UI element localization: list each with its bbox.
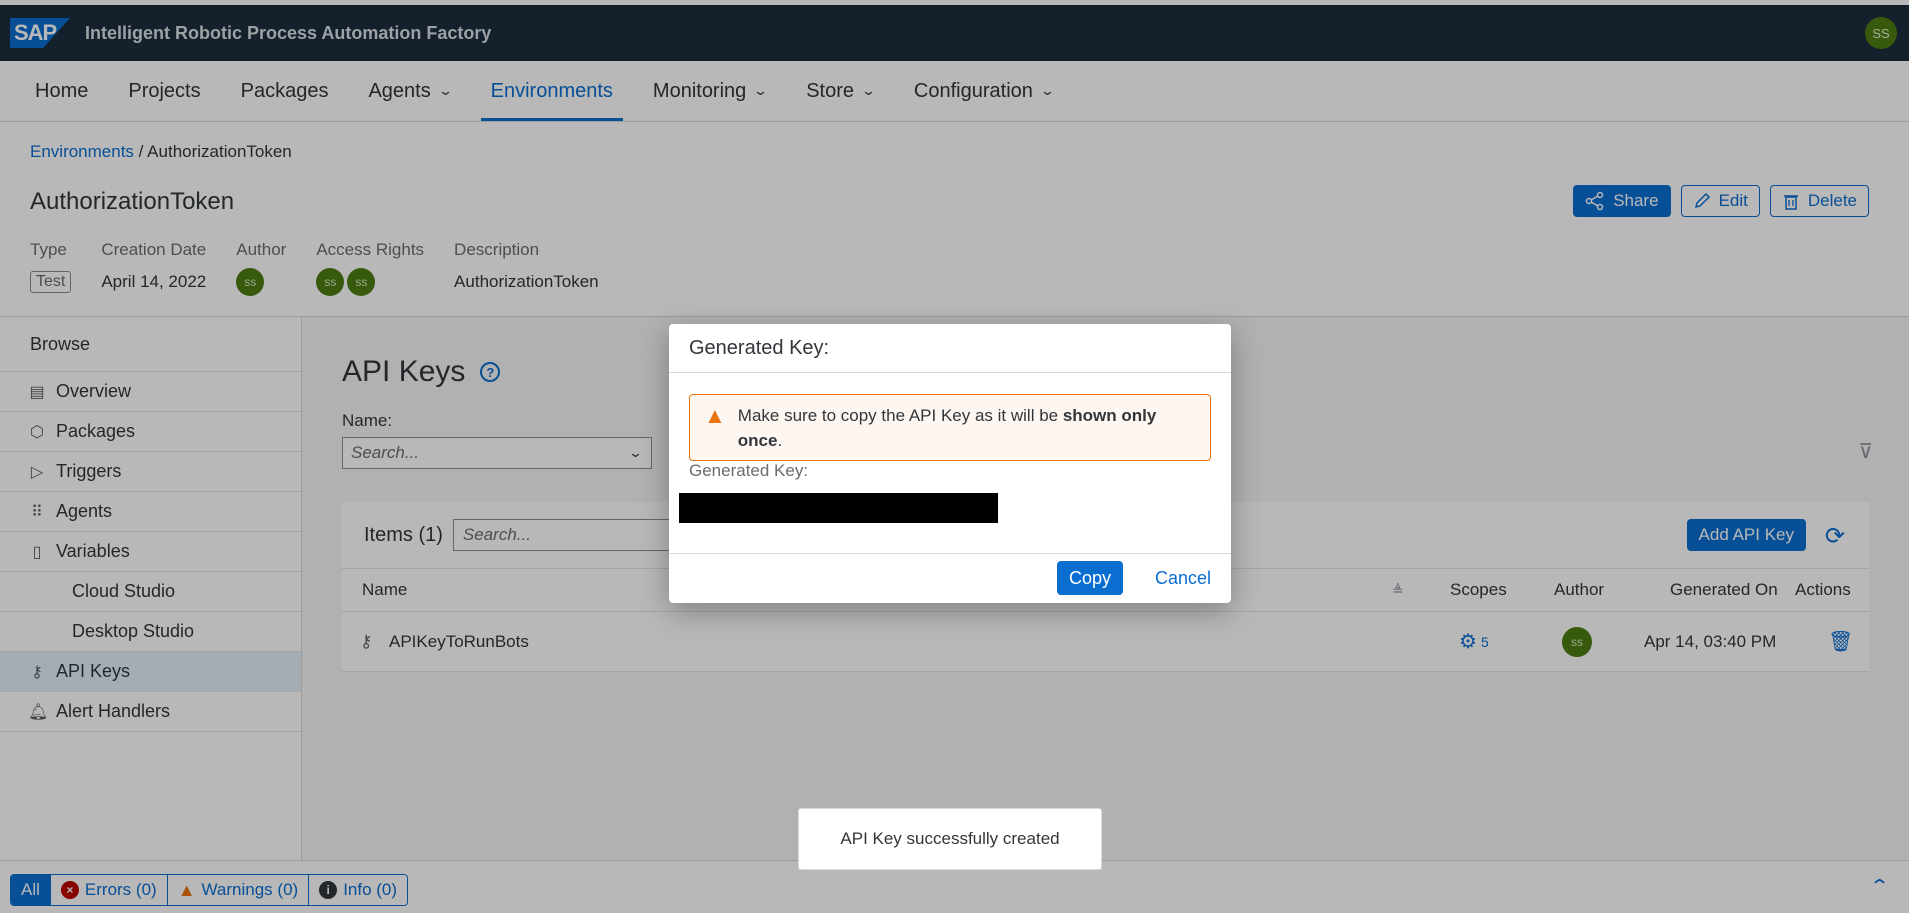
warning-text: Make sure to copy the API Key as it will… [738,403,1196,460]
cancel-button[interactable]: Cancel [1155,568,1211,589]
warning-text-post: . [777,431,783,450]
generated-key-value-redacted[interactable] [679,493,998,523]
copy-button[interactable]: Copy [1056,561,1123,595]
dialog-footer: Copy Cancel [669,553,1231,603]
dialog-title: Generated Key: [669,324,1231,373]
success-toast: API Key successfully created [798,808,1102,870]
warning-icon: ▲ [704,403,726,428]
generated-key-label: Generated Key: [689,461,809,480]
warning-text-pre: Make sure to copy the API Key as it will… [737,406,1063,425]
generated-key-dialog: Generated Key: ▲ Make sure to copy the A… [669,324,1231,603]
warning-message-strip: ▲ Make sure to copy the API Key as it wi… [689,394,1211,461]
